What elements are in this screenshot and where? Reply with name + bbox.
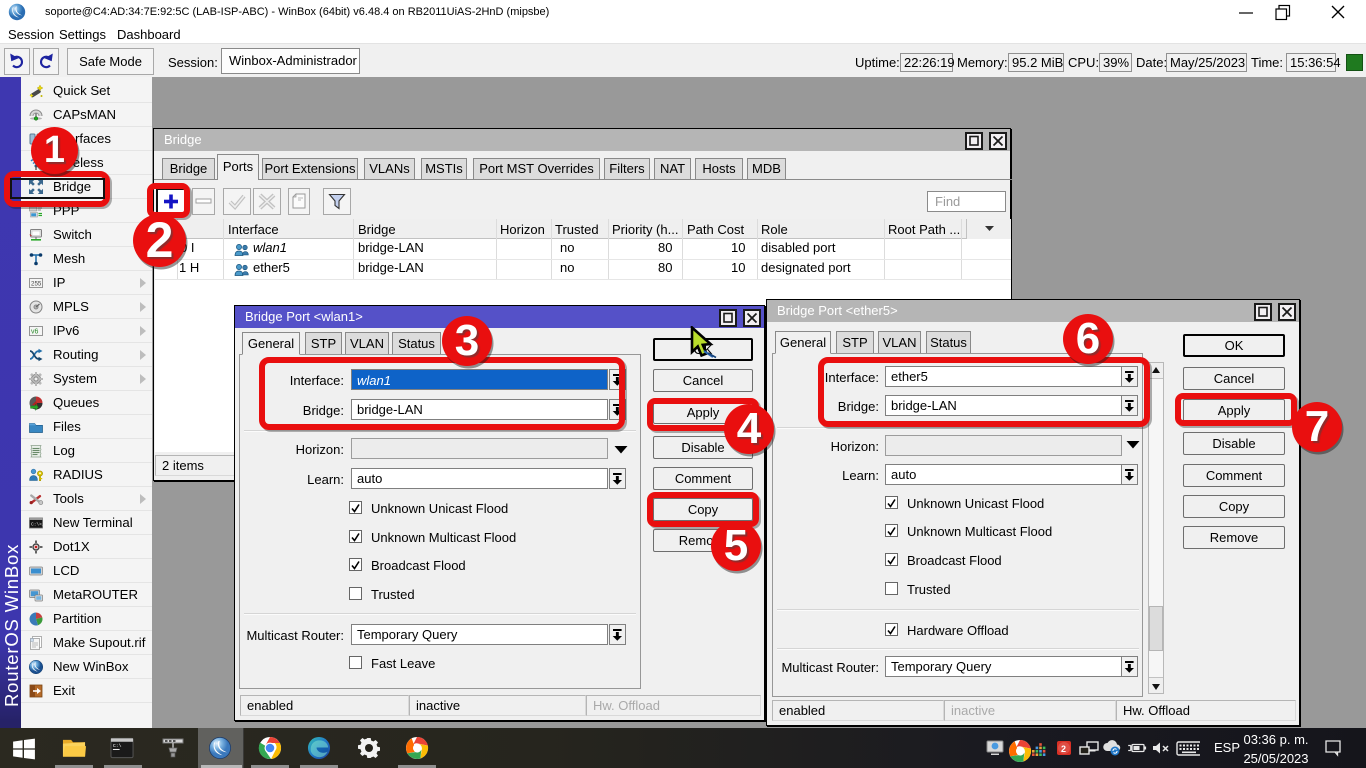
svg-text:255: 255 bbox=[31, 281, 42, 288]
svg-text:v6: v6 bbox=[31, 329, 39, 336]
svg-text:2: 2 bbox=[1061, 744, 1066, 754]
svg-text:C:\>_: C:\>_ bbox=[31, 522, 44, 528]
svg-text:C:\: C:\ bbox=[113, 743, 122, 749]
